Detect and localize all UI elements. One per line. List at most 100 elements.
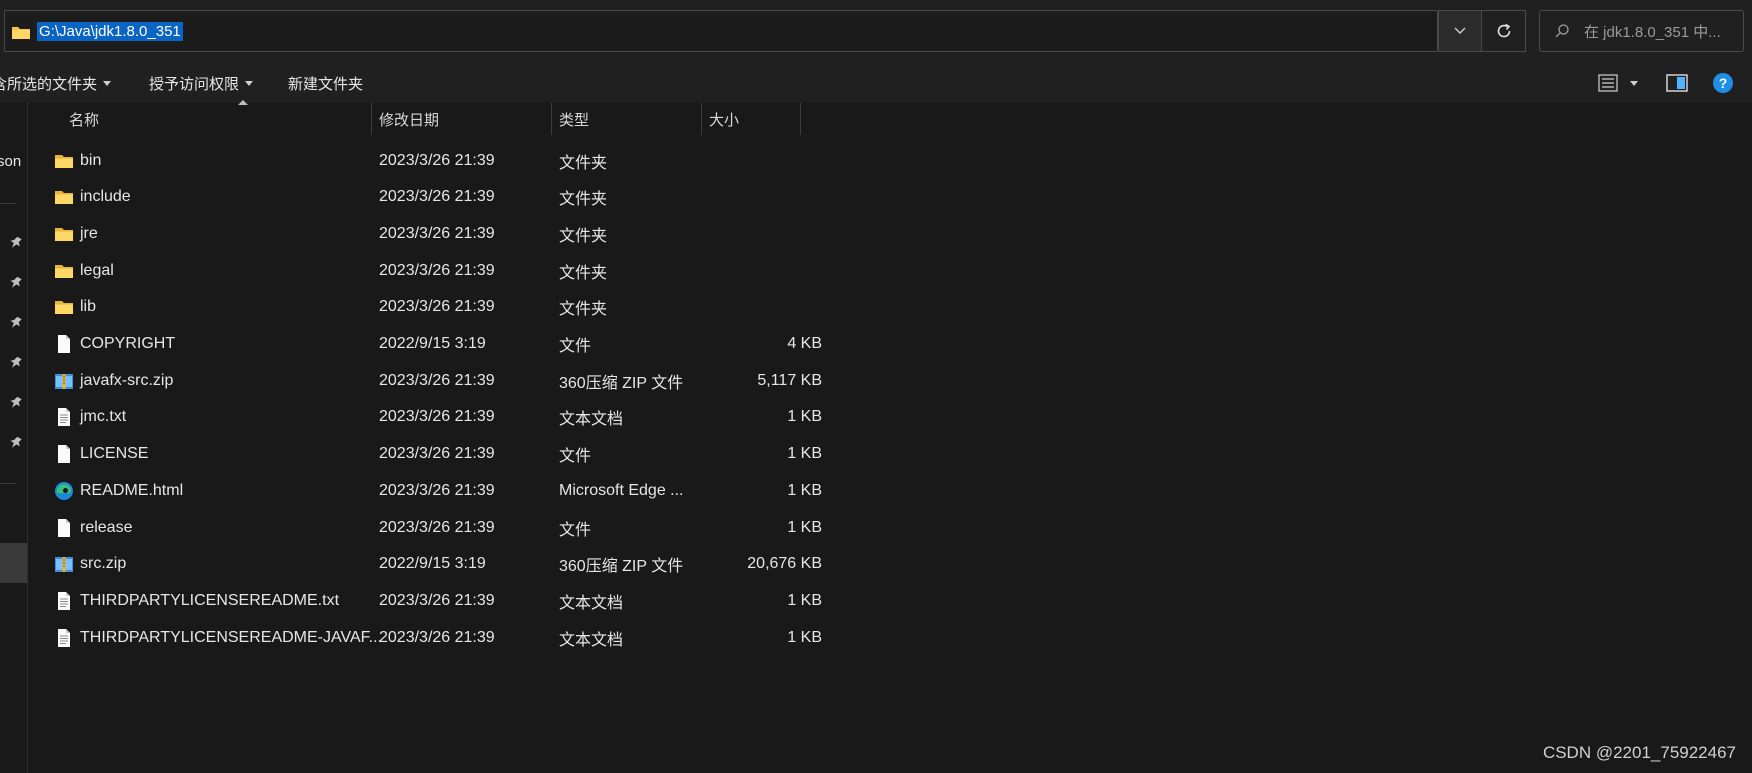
file-size: 5,117 KB	[757, 371, 822, 389]
search-input[interactable]: 在 jdk1.8.0_351 中...	[1539, 10, 1744, 52]
include-in-library-button[interactable]: 含所选的文件夹	[0, 63, 112, 103]
folder-icon	[54, 187, 74, 207]
svg-text:?: ?	[1719, 75, 1728, 91]
file-type: 文本文档	[559, 411, 624, 429]
nav-item-partial[interactable]: rson	[0, 153, 21, 170]
caret-down-icon	[103, 80, 112, 86]
file-size	[648, 177, 822, 218]
file-name-cell[interactable]: LICENSE	[54, 434, 148, 475]
caret-down-icon	[1630, 80, 1638, 86]
pin-icon	[10, 316, 22, 328]
file-row[interactable]: THIRDPARTYLICENSEREADME.txt 2023/3/26 21:…	[28, 580, 822, 621]
column-divider[interactable]	[800, 103, 801, 135]
file-name-cell[interactable]: javafx-src.zip	[54, 360, 173, 401]
file-date: 2023/3/26 21:39	[379, 151, 495, 169]
address-bar[interactable]: G:\Java\jdk1.8.0_351	[4, 10, 1438, 52]
file-date: 2023/3/26 21:39	[379, 445, 495, 463]
file-name: bin	[80, 151, 102, 169]
file-name-cell[interactable]: src.zip	[54, 544, 126, 585]
zip-icon	[54, 371, 74, 391]
column-header-type[interactable]: 类型	[559, 103, 699, 135]
file-date: 2023/3/26 21:39	[379, 224, 495, 242]
file-type: 文件夹	[559, 264, 608, 282]
file-row[interactable]: legal 2023/3/26 21:39 文件夹	[28, 250, 818, 291]
file-name-cell[interactable]: bin	[54, 140, 101, 181]
grant-access-button[interactable]: 授予访问权限	[149, 63, 254, 103]
file-name: README.html	[80, 481, 184, 499]
column-header-name[interactable]: 名称	[69, 103, 359, 135]
refresh-icon	[1497, 23, 1510, 38]
file-row[interactable]: COPYRIGHT 2022/9/15 3:19 文件 4 KB	[28, 324, 822, 365]
chevron-down-icon	[1454, 27, 1466, 34]
file-name: jmc.txt	[80, 408, 127, 426]
file-row[interactable]: bin 2023/3/26 21:39 文件夹	[28, 140, 818, 181]
file-row[interactable]: release 2023/3/26 21:39 文件 1 KB	[28, 507, 822, 548]
file-name-cell[interactable]: COPYRIGHT	[54, 324, 175, 365]
file-name-cell[interactable]: include	[54, 177, 131, 218]
column-header-size-label: 大小	[709, 111, 740, 129]
file-size: 1 KB	[787, 591, 822, 609]
file-name-cell[interactable]: legal	[54, 250, 114, 291]
text-file-icon	[54, 407, 74, 427]
new-folder-button[interactable]: 新建文件夹	[288, 63, 363, 103]
folder-icon	[54, 224, 74, 244]
file-name-cell[interactable]: THIRDPARTYLICENSEREADME-JAVAF...	[54, 617, 382, 658]
file-name-cell[interactable]: jre	[54, 213, 98, 254]
refresh-button[interactable]	[1482, 10, 1526, 52]
file-name: LICENSE	[80, 445, 149, 463]
file-date: 2023/3/26 21:39	[379, 591, 495, 609]
file-row[interactable]: src.zip 2022/9/15 3:19 360压缩 ZIP 文件 20,676 …	[28, 544, 822, 585]
file-name-cell[interactable]: release	[54, 507, 132, 548]
address-bar-row: G:\Java\jdk1.8.0_351 在 jdk1.8.0_351 中...	[0, 0, 1752, 63]
text-file-icon	[54, 591, 74, 611]
help-button[interactable]: ?	[1712, 63, 1734, 103]
file-date: 2022/9/15 3:19	[379, 555, 486, 573]
address-history-dropdown[interactable]	[1438, 10, 1482, 52]
file-row[interactable]: include 2023/3/26 21:39 文件夹	[28, 177, 818, 218]
file-date: 2023/3/26 21:39	[379, 188, 495, 206]
preview-pane-icon	[1666, 74, 1688, 92]
new-folder-label: 新建文件夹	[288, 75, 364, 93]
column-divider[interactable]	[371, 103, 372, 135]
file-name: jre	[80, 224, 98, 242]
column-divider[interactable]	[551, 103, 552, 135]
file-size: 1 KB	[787, 628, 822, 646]
file-type: 文件	[559, 521, 592, 539]
file-date: 2022/9/15 3:19	[379, 335, 486, 352]
file-type: 文件	[559, 448, 592, 466]
file-row[interactable]: THIRDPARTYLICENSEREADME-JAVAF... 2023/3/2…	[28, 617, 822, 658]
file-row[interactable]: jre 2023/3/26 21:39 文件夹	[28, 213, 818, 254]
file-name-cell[interactable]: README.html	[54, 470, 183, 511]
file-row[interactable]: jmc.txt 2023/3/26 21:39 文本文档 1 KB	[28, 397, 822, 438]
details-view-icon	[1598, 74, 1618, 92]
address-path[interactable]: G:\Java\jdk1.8.0_351	[37, 21, 183, 41]
file-type: 文本文档	[559, 594, 624, 612]
file-name-cell[interactable]: jmc.txt	[54, 397, 126, 438]
file-name: lib	[80, 298, 97, 316]
pin-icon	[10, 436, 22, 448]
column-header-date[interactable]: 修改日期	[379, 103, 549, 135]
file-row[interactable]: javafx-src.zip 2023/3/26 21:39 360压缩 ZIP 文…	[28, 360, 822, 401]
file-name-cell[interactable]: THIRDPARTYLICENSEREADME.txt	[54, 580, 339, 621]
file-size: 1 KB	[787, 481, 822, 499]
nav-divider	[0, 483, 16, 484]
file-size: 4 KB	[787, 335, 822, 352]
file-date: 2023/3/26 21:39	[379, 408, 495, 426]
nav-divider	[0, 203, 16, 204]
file-icon	[54, 334, 74, 354]
folder-icon	[11, 24, 31, 39]
column-header-size[interactable]: 大小	[709, 103, 799, 135]
nav-item-selected[interactable]	[0, 543, 27, 583]
column-divider[interactable]	[701, 103, 702, 135]
file-row[interactable]: LICENSE 2023/3/26 21:39 文件 1 KB	[28, 434, 822, 475]
file-name: javafx-src.zip	[80, 371, 174, 389]
file-type: 文件夹	[559, 301, 608, 319]
file-row[interactable]: README.html 2023/3/26 21:39 Microsoft Edge…	[28, 470, 822, 511]
search-icon	[1555, 24, 1569, 38]
file-row[interactable]: lib 2023/3/26 21:39 文件夹	[28, 287, 818, 328]
preview-pane-button[interactable]	[1666, 63, 1688, 103]
grant-access-label: 授予访问权限	[149, 75, 240, 93]
folder-icon	[54, 261, 74, 281]
file-name-cell[interactable]: lib	[54, 287, 96, 328]
view-options-button[interactable]	[1598, 63, 1638, 103]
